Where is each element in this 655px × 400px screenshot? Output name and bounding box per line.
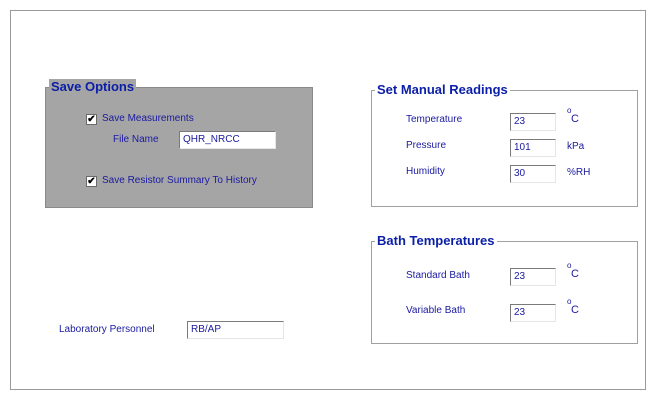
variable-bath-label: Variable Bath <box>406 305 466 316</box>
humidity-label: Humidity <box>406 166 445 177</box>
bath-temperatures-title: Bath Temperatures <box>375 233 497 249</box>
temperature-label: Temperature <box>406 114 463 125</box>
save-options-panel: Save Options ✔ Save Measurements File Na… <box>45 79 313 208</box>
file-name-input[interactable]: QHR_NRCC <box>179 131 276 149</box>
variable-bath-unit: C <box>571 304 579 316</box>
humidity-unit: %RH <box>567 167 591 178</box>
standard-bath-input[interactable]: 23 <box>510 268 556 286</box>
manual-readings-panel: Set Manual Readings Temperature 23 o C P… <box>371 82 638 207</box>
pressure-input[interactable]: 101 <box>510 139 556 157</box>
standard-bath-label: Standard Bath <box>406 270 470 281</box>
personnel-label: Laboratory Personnel <box>59 324 155 335</box>
humidity-input[interactable]: 30 <box>510 165 556 183</box>
save-measurements-label: Save Measurements <box>102 113 194 124</box>
personnel-input[interactable]: RB/AP <box>187 321 284 339</box>
temperature-unit: C <box>571 113 579 125</box>
app-window: Save Options ✔ Save Measurements File Na… <box>10 10 646 390</box>
variable-bath-input[interactable]: 23 <box>510 304 556 322</box>
save-measurements-checkbox[interactable]: ✔ <box>86 114 97 125</box>
save-summary-checkbox[interactable]: ✔ <box>86 176 97 187</box>
standard-bath-unit: C <box>571 268 579 280</box>
save-summary-label: Save Resistor Summary To History <box>102 175 257 186</box>
temperature-input[interactable]: 23 <box>510 113 556 131</box>
manual-readings-title: Set Manual Readings <box>375 82 510 98</box>
save-options-title: Save Options <box>49 79 137 95</box>
pressure-label: Pressure <box>406 140 447 151</box>
file-name-label: File Name <box>113 134 159 145</box>
pressure-unit: kPa <box>567 141 585 152</box>
bath-temperatures-panel: Bath Temperatures Standard Bath 23 o C V… <box>371 233 638 344</box>
